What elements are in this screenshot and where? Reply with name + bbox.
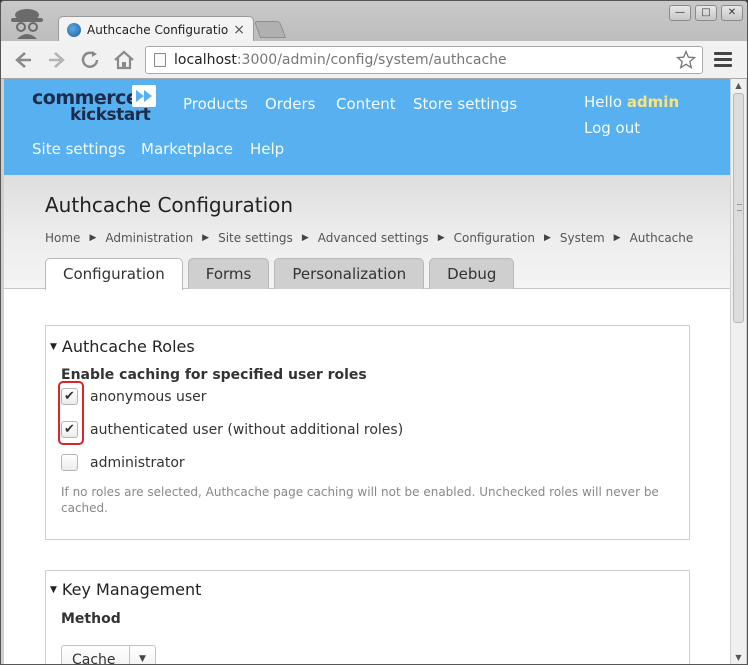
page-icon [154,53,166,67]
breadcrumb-system[interactable]: System [560,231,605,245]
breadcrumb-separator-icon: ▶ [544,233,551,243]
breadcrumb-separator-icon: ▶ [202,233,210,243]
breadcrumb-separator-icon: ▶ [613,233,621,243]
role-authenticated-checkbox[interactable]: ✔ [61,421,78,438]
minimize-button[interactable]: — [669,5,691,21]
address-bar[interactable]: localhost:3000/admin/config/system/authc… [145,46,703,74]
role-anonymous-checkbox[interactable]: ✔ [61,388,78,405]
scroll-down-icon[interactable]: ▼ [734,653,743,662]
nav-orders[interactable]: Orders [265,95,315,113]
back-icon[interactable] [11,49,35,71]
key-management-fieldset: ▼ Key Management Method Cache ▼ [45,570,690,664]
page-title: Authcache Configuration [45,193,294,217]
nav-help[interactable]: Help [250,140,284,158]
roles-description: If no roles are selected, Authcache page… [61,485,659,515]
tab-forms[interactable]: Forms [187,258,270,289]
method-select-value: Cache [72,651,116,665]
breadcrumb-configuration[interactable]: Configuration [454,231,535,245]
nav-site-settings[interactable]: Site settings [32,140,125,158]
maximize-button[interactable]: □ [695,5,717,21]
tab-title: Authcache Configuration | [87,23,230,37]
nav-store-settings[interactable]: Store settings [413,95,517,113]
tab-personalization[interactable]: Personalization [274,258,425,289]
new-tab-button[interactable] [253,21,287,38]
commerce-kickstart-logo[interactable]: commerce kickstart [32,85,162,127]
bookmark-star-icon[interactable] [676,50,696,70]
chrome-menu-icon[interactable] [714,50,732,70]
user-greeting: Hello admin [584,93,680,111]
breadcrumb-home[interactable]: Home [45,231,80,245]
forward-icon[interactable] [45,49,69,71]
dropdown-arrow-icon: ▼ [129,646,155,664]
role-anonymous-label[interactable]: anonymous user [90,389,207,405]
collapse-arrow-icon: ▼ [50,341,57,352]
nav-products[interactable]: Products [183,95,248,113]
scroll-thumb[interactable] [733,93,744,323]
vertical-scrollbar[interactable]: ▲ ▼ [730,79,746,664]
url-host: localhost [174,52,237,68]
role-anonymous-row: ✔ anonymous user [61,388,207,405]
roles-field-label: Enable caching for specified user roles [61,367,367,383]
incognito-icon [11,9,43,39]
breadcrumb-site-settings[interactable]: Site settings [218,231,293,245]
breadcrumb: Home ▶ Administration ▶ Site settings ▶ … [45,231,693,245]
browser-tab[interactable]: Authcache Configuration | × [58,16,254,43]
method-select[interactable]: Cache ▼ [61,645,156,664]
nav-content[interactable]: Content [336,95,396,113]
drupal-favicon-icon [67,23,81,37]
collapse-arrow-icon: ▼ [50,584,57,595]
tab-debug[interactable]: Debug [429,258,515,289]
page-viewport: commerce kickstart Products Orders Conte… [4,79,730,664]
breadcrumb-advanced-settings[interactable]: Advanced settings [318,231,429,245]
fast-forward-icon [132,85,156,107]
scroll-up-icon[interactable]: ▲ [734,81,743,90]
key-management-legend[interactable]: ▼ Key Management [50,580,201,599]
site-header: commerce kickstart Products Orders Conte… [4,79,730,175]
breadcrumb-separator-icon: ▶ [437,233,445,243]
role-authenticated-row: ✔ authenticated user (without additional… [61,421,403,438]
page-header: Authcache Configuration Home ▶ Administr… [4,175,730,290]
page-tabs: Configuration Forms Personalization Debu… [45,258,519,290]
url-path: :3000/admin/config/system/authcache [236,52,507,68]
close-window-button[interactable]: ✕ [721,5,743,21]
authcache-roles-legend[interactable]: ▼ Authcache Roles [50,337,195,356]
breadcrumb-separator-icon: ▶ [89,233,97,243]
role-administrator-checkbox[interactable] [61,454,78,471]
breadcrumb-authcache[interactable]: Authcache [630,231,694,245]
breadcrumb-administration[interactable]: Administration [105,231,193,245]
role-administrator-label[interactable]: administrator [90,455,185,471]
authcache-roles-fieldset: ▼ Authcache Roles Enable caching for spe… [45,325,690,540]
username-link[interactable]: admin [627,93,679,111]
reload-icon[interactable] [79,49,103,71]
tab-configuration[interactable]: Configuration [45,258,183,290]
home-icon[interactable] [112,49,136,71]
title-bar: Authcache Configuration | × — □ ✕ [1,1,747,43]
browser-toolbar: localhost:3000/admin/config/system/authc… [1,41,747,79]
role-administrator-row: administrator [61,454,185,471]
breadcrumb-separator-icon: ▶ [301,233,309,243]
browser-window: Authcache Configuration | × — □ ✕ localh… [0,0,748,665]
method-label: Method [61,611,121,627]
logout-link[interactable]: Log out [584,119,640,137]
nav-marketplace[interactable]: Marketplace [141,140,233,158]
role-authenticated-label[interactable]: authenticated user (without additional r… [90,422,403,438]
tab-close-icon[interactable]: × [233,23,245,37]
